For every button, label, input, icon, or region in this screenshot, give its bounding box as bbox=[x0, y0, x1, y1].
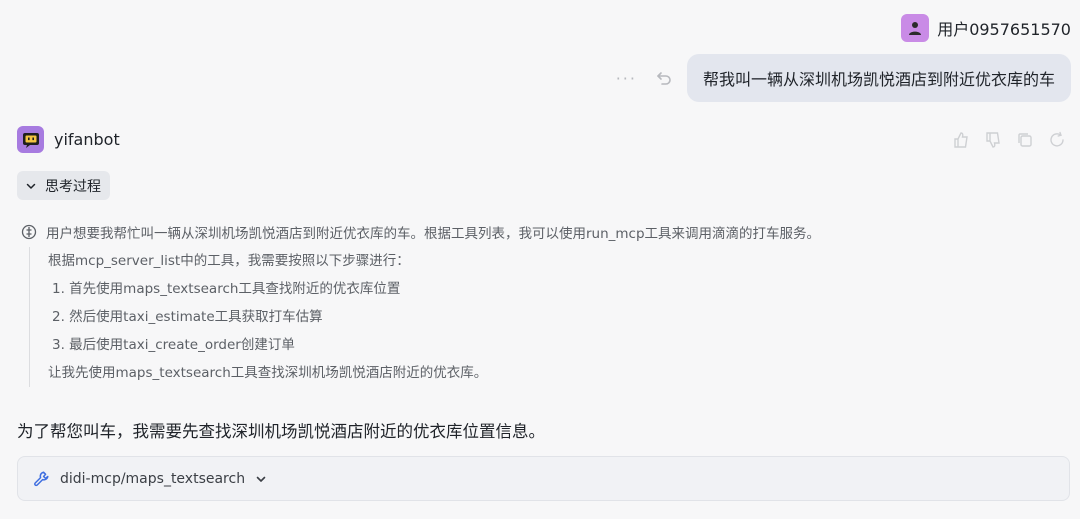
bot-header: yifanbot bbox=[17, 126, 120, 153]
tool-call-box[interactable]: didi-mcp/maps_textsearch bbox=[17, 456, 1070, 501]
thinking-step: 1. 首先使用maps_textsearch工具查找附近的优衣库位置 bbox=[52, 281, 401, 297]
wrench-icon bbox=[34, 471, 49, 487]
message-actions: ··· bbox=[616, 69, 673, 88]
dislike-icon[interactable] bbox=[984, 131, 1002, 149]
thinking-text: 用户想要我帮忙叫一辆从深圳机场凯悦酒店到附近优衣库的车。根据工具列表，我可以使用… bbox=[46, 226, 821, 242]
thinking-intro: 根据mcp_server_list中的工具，我需要按照以下步骤进行： bbox=[48, 253, 410, 269]
chevron-down-icon[interactable] bbox=[255, 473, 267, 485]
bot-answer-text: 为了帮您叫车，我需要先查找深圳机场凯悦酒店附近的优衣库位置信息。 bbox=[17, 422, 545, 441]
user-avatar[interactable] bbox=[901, 14, 930, 42]
tool-call-label: didi-mcp/maps_textsearch bbox=[60, 470, 246, 487]
retry-icon[interactable] bbox=[655, 69, 673, 87]
thinking-toggle[interactable]: 思考过程 bbox=[17, 171, 110, 200]
chevron-down-icon bbox=[26, 183, 36, 189]
thinking-outro: 让我先使用maps_textsearch工具查找深圳机场凯悦酒店附近的优衣库。 bbox=[48, 365, 488, 381]
like-icon[interactable] bbox=[952, 131, 970, 149]
more-icon[interactable]: ··· bbox=[616, 69, 637, 88]
user-message-text: 帮我叫一辆从深圳机场凯悦酒店到附近优衣库的车 bbox=[702, 70, 1055, 89]
user-name: 用户0957651570 bbox=[937, 20, 1071, 39]
bot-avatar bbox=[17, 126, 44, 153]
thinking-step: 3. 最后使用taxi_create_order创建订单 bbox=[52, 337, 295, 353]
user-message-row: ··· 帮我叫一辆从深圳机场凯悦酒店到附近优衣库的车 bbox=[616, 54, 1071, 102]
copy-icon[interactable] bbox=[1016, 131, 1034, 149]
bot-logo-icon bbox=[22, 132, 39, 148]
refresh-icon[interactable] bbox=[1048, 131, 1066, 149]
person-icon bbox=[909, 22, 922, 35]
thinking-step: 2. 然后使用taxi_estimate工具获取打车估算 bbox=[52, 309, 323, 325]
thinking-toggle-label: 思考过程 bbox=[45, 178, 101, 195]
thinking-icon bbox=[21, 224, 37, 240]
user-header: 用户0957651570 bbox=[901, 14, 1071, 42]
bot-message-tools bbox=[952, 131, 1066, 149]
thinking-first-line: 用户想要我帮忙叫一辆从深圳机场凯悦酒店到附近优衣库的车。根据工具列表，我可以使用… bbox=[21, 222, 1061, 242]
user-message-bubble: 帮我叫一辆从深圳机场凯悦酒店到附近优衣库的车 bbox=[686, 54, 1071, 102]
thinking-body: 根据mcp_server_list中的工具，我需要按照以下步骤进行： 1. 首先… bbox=[29, 247, 487, 387]
bot-name: yifanbot bbox=[54, 130, 120, 149]
